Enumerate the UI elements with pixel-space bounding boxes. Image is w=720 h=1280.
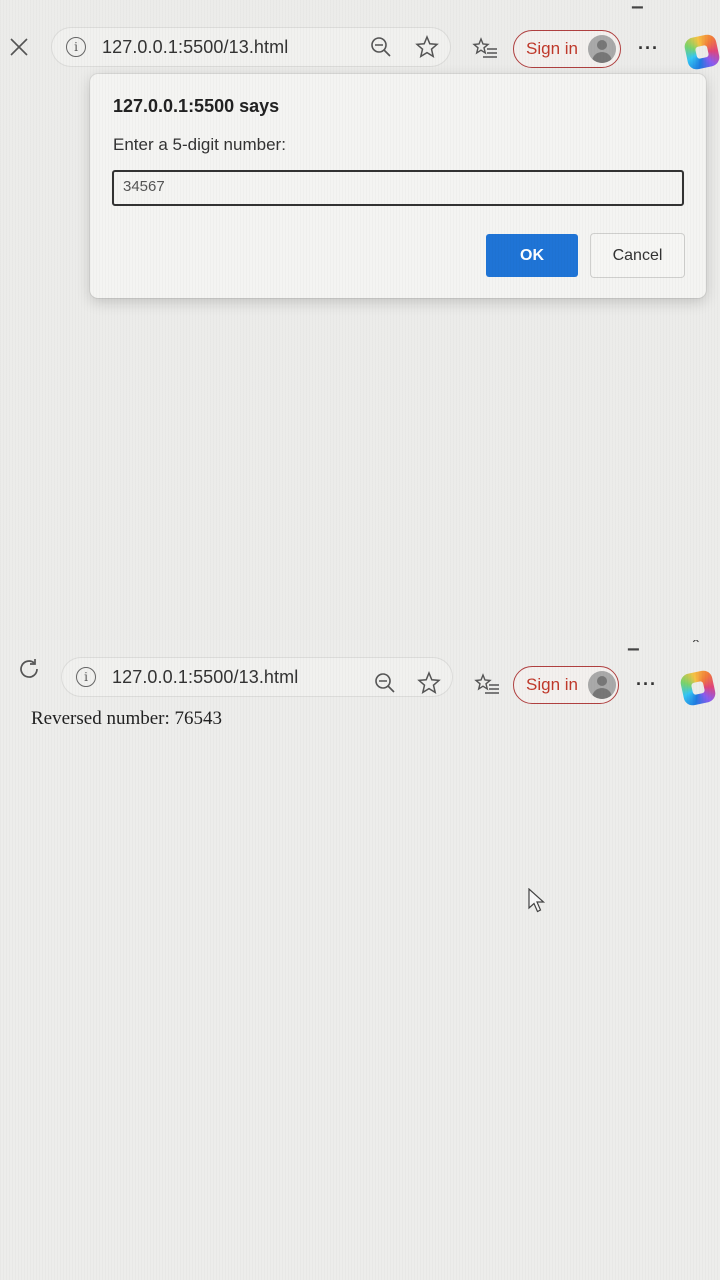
profile-avatar-icon bbox=[587, 35, 616, 63]
dialog-message: Enter a 5-digit number: bbox=[113, 135, 286, 154]
sign-in-label: Sign in bbox=[526, 675, 578, 694]
profile-avatar-icon bbox=[587, 671, 616, 699]
more-options-icon[interactable]: ··· bbox=[636, 674, 657, 695]
reversed-number-output: Reversed number: 76543 bbox=[31, 708, 223, 729]
mouse-cursor-icon bbox=[528, 887, 546, 919]
prompt-dialog: 127.0.0.1:5500 says Enter a 5-digit numb… bbox=[90, 74, 706, 298]
site-info-icon[interactable]: i bbox=[76, 667, 96, 687]
close-icon[interactable] bbox=[2, 30, 36, 64]
ok-button[interactable]: OK bbox=[486, 234, 578, 277]
zoom-icon[interactable] bbox=[370, 668, 400, 698]
favorites-list-icon[interactable] bbox=[472, 670, 502, 700]
copilot-icon[interactable] bbox=[683, 33, 720, 71]
zoom-icon[interactable] bbox=[366, 32, 396, 62]
favorites-list-icon[interactable] bbox=[470, 34, 500, 64]
browser-toolbar: i 127.0.0.1:5500/13.html Sign in ··· bbox=[0, 16, 720, 76]
window-edge-icon: ▁ bbox=[632, 0, 643, 8]
dialog-title: 127.0.0.1:5500 says bbox=[113, 96, 280, 116]
more-options-icon[interactable]: ··· bbox=[638, 38, 659, 59]
reload-icon[interactable] bbox=[12, 652, 46, 686]
copilot-icon[interactable] bbox=[679, 669, 717, 707]
site-info-icon[interactable]: i bbox=[66, 37, 86, 57]
cancel-button[interactable]: Cancel bbox=[591, 234, 684, 277]
browser-toolbar: i 127.0.0.1:5500/13.html Sign in ··· bbox=[0, 648, 720, 708]
number-input[interactable]: 34567 bbox=[112, 170, 684, 206]
bottom-screenshot-panel: ▁ ⌃ i 127.0.0.1:5500/13.html Sign in ···… bbox=[0, 640, 720, 1280]
favorite-star-icon[interactable] bbox=[414, 668, 444, 698]
window-edge-icon: ⌃ bbox=[694, 0, 706, 7]
sign-in-label: Sign in bbox=[526, 39, 578, 58]
url-text: 127.0.0.1:5500/13.html bbox=[102, 36, 289, 57]
favorite-star-icon[interactable] bbox=[412, 32, 442, 62]
top-screenshot-panel: ▁ ⌃ i 127.0.0.1:5500/13.html Sign in ···… bbox=[0, 0, 720, 640]
sign-in-button[interactable]: Sign in bbox=[513, 666, 619, 704]
sign-in-button[interactable]: Sign in bbox=[513, 30, 621, 68]
url-text: 127.0.0.1:5500/13.html bbox=[112, 666, 299, 687]
